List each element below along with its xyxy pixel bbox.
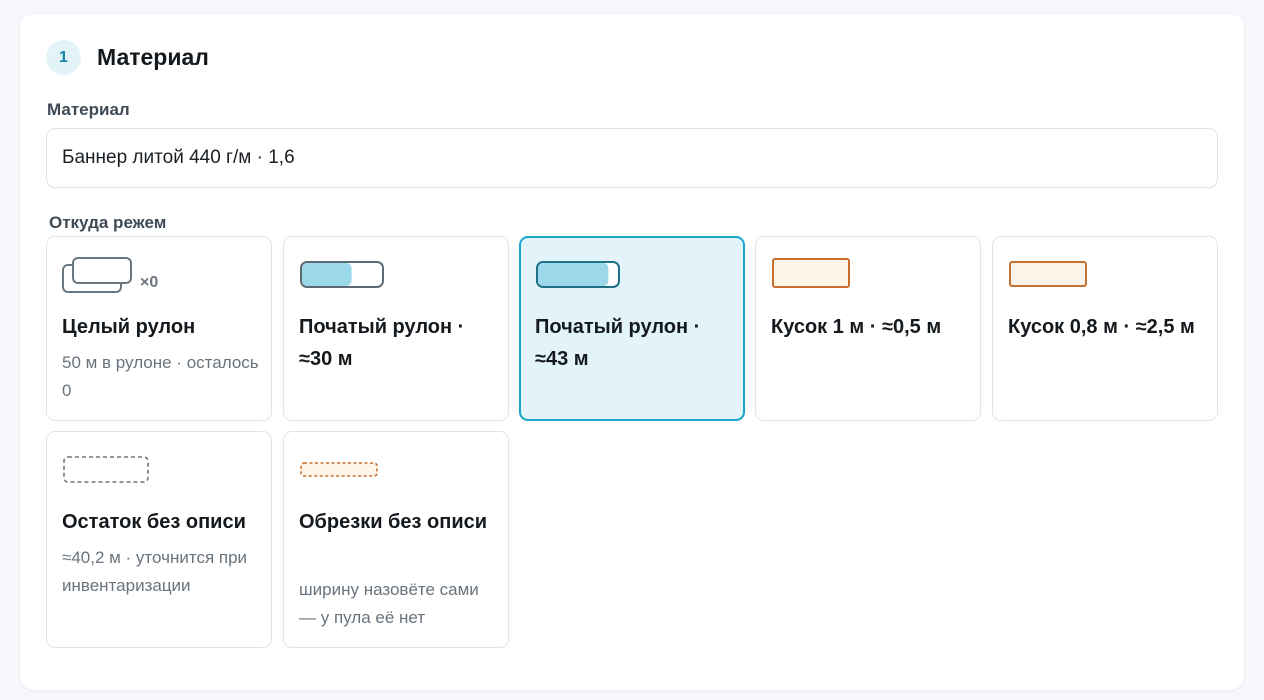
- source-label: Откуда режем: [49, 213, 167, 232]
- step-number-badge: 1: [46, 40, 81, 75]
- piece-icon: [1008, 257, 1198, 297]
- scraps-icon: [299, 452, 489, 492]
- material-value: Баннер литой 440 г/м · 1,6: [62, 147, 295, 168]
- material-section: 1 Материал Материал Баннер литой 440 г/м…: [20, 14, 1244, 690]
- partial-roll-icon: [535, 257, 725, 297]
- material-field-label: Материал: [47, 100, 130, 119]
- source-option-partial-roll-43[interactable]: Початый рулон · ≈43 м: [519, 236, 745, 421]
- option-subtitle: ширину назовёте сами — у пула её нет: [299, 580, 479, 627]
- option-title: Обрезки без описи: [299, 511, 488, 533]
- option-subtitle: ≈40,2 м · уточнится при инвентаризации: [62, 548, 248, 595]
- source-option-full-roll[interactable]: ×0 Целый рулон 50 м в рулоне · осталось …: [46, 236, 272, 421]
- option-title: Кусок 1 м · ≈0,5 м: [771, 316, 942, 338]
- partial-roll-icon: [299, 257, 489, 297]
- source-option-partial-roll-30[interactable]: Початый рулон · ≈30 м: [283, 236, 509, 421]
- source-option-piece-1m[interactable]: Кусок 1 м · ≈0,5 м: [755, 236, 981, 421]
- source-option-scraps[interactable]: Обрезки без описи ширину назовёте сами —…: [283, 431, 509, 648]
- option-title: Початый рулон · ≈43 м: [535, 316, 701, 370]
- source-option-remnant[interactable]: Остаток без описи ≈40,2 м · уточнится пр…: [46, 431, 272, 648]
- material-select[interactable]: Баннер литой 440 г/м · 1,6: [46, 128, 1218, 188]
- option-title: Початый рулон · ≈30 м: [299, 316, 465, 370]
- option-subtitle: 50 м в рулоне · осталось 0: [62, 353, 259, 400]
- option-title: Остаток без описи: [62, 511, 246, 533]
- piece-icon: [771, 257, 961, 297]
- option-title: Кусок 0,8 м · ≈2,5 м: [1008, 316, 1195, 338]
- option-title: Целый рулон: [62, 316, 196, 338]
- full-roll-icon: ×0: [62, 257, 252, 297]
- roll-count: ×0: [140, 274, 159, 291]
- remnant-icon: [62, 452, 252, 492]
- section-title: Материал: [97, 44, 209, 70]
- source-option-piece-0-8m[interactable]: Кусок 0,8 м · ≈2,5 м: [992, 236, 1218, 421]
